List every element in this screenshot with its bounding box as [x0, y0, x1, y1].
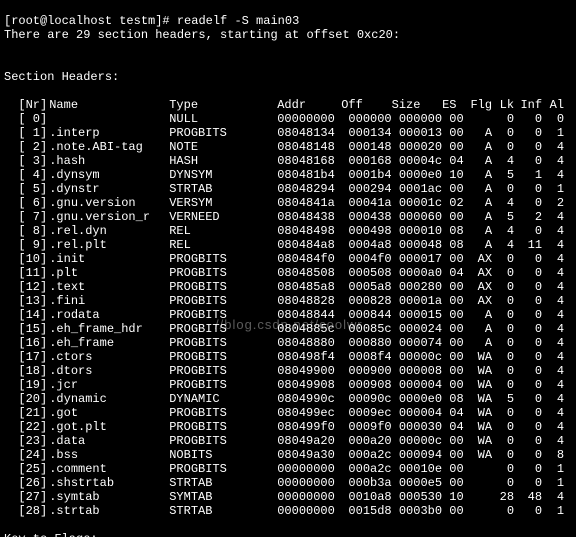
terminal-output[interactable]: [root@localhost testm]# readelf -S main0…	[0, 0, 576, 537]
table-row: [18].dtorsPROGBITS08049900 000900 000008…	[4, 364, 564, 378]
command-text: readelf -S main03	[177, 14, 299, 28]
col-type: Type	[169, 98, 277, 112]
table-row: [23].dataPROGBITS08049a20 000a20 00000c …	[4, 434, 564, 448]
table-row: [21].gotPROGBITS080499ec 0009ec 000004 0…	[4, 406, 564, 420]
table-row: [ 6].gnu.versionVERSYM0804841a 00041a 00…	[4, 196, 564, 210]
key-title: Key to Flags:	[4, 532, 572, 537]
table-row: [27].symtabSYMTAB00000000 0010a8 000530 …	[4, 490, 564, 504]
col-name: Name	[47, 98, 169, 112]
table-row: [28].strtabSTRTAB00000000 0015d8 0003b0 …	[4, 504, 564, 518]
col-es: ES	[442, 98, 464, 112]
col-size: Size	[392, 98, 442, 112]
col-flg: Flg	[464, 98, 492, 112]
col-addr: Addr	[277, 98, 341, 112]
table-row: [ 9].rel.pltREL080484a8 0004a8 000048 08…	[4, 238, 564, 252]
col-off: Off	[341, 98, 391, 112]
table-row: [ 2].note.ABI-tagNOTE08048148 000148 000…	[4, 140, 564, 154]
table-row: [12].textPROGBITS080485a8 0005a8 000280 …	[4, 280, 564, 294]
table-row: [26].shstrtabSTRTAB00000000 000b3a 0000e…	[4, 476, 564, 490]
table-row: [17].ctorsPROGBITS080498f4 0008f4 00000c…	[4, 350, 564, 364]
table-row: [ 7].gnu.version_rVERNEED08048438 000438…	[4, 210, 564, 224]
table-row: [16].eh_framePROGBITS08048880 000880 000…	[4, 336, 564, 350]
table-row: [10].initPROGBITS080484f0 0004f0 000017 …	[4, 252, 564, 266]
table-header-row: [Nr] Name Type Addr Off Size ES Flg Lk I…	[4, 98, 564, 112]
col-lk: Lk	[492, 98, 514, 112]
table-row: [13].finiPROGBITS08048828 000828 00001a …	[4, 294, 564, 308]
col-al: Al	[542, 98, 564, 112]
table-row: [20].dynamicDYNAMIC0804990c 00090c 0000e…	[4, 392, 564, 406]
section-headers-table: [Nr] Name Type Addr Off Size ES Flg Lk I…	[4, 98, 564, 518]
shell-prompt: [root@localhost testm]# readelf -S main0…	[4, 14, 299, 28]
table-row: [15].eh_frame_hdrPROGBITS0804885c 00085c…	[4, 322, 564, 336]
table-row: [ 3].hashHASH08048168 000168 00004c 04A4…	[4, 154, 564, 168]
table-row: [25].commentPROGBITS00000000 000a2c 0001…	[4, 462, 564, 476]
table-row: [ 8].rel.dynREL08048498 000498 000010 08…	[4, 224, 564, 238]
table-row: [19].jcrPROGBITS08049908 000908 000004 0…	[4, 378, 564, 392]
table-row: [ 4].dynsymDYNSYM080481b4 0001b4 0000e0 …	[4, 168, 564, 182]
table-row: [11].pltPROGBITS08048508 000508 0000a0 0…	[4, 266, 564, 280]
section-headers-title: Section Headers:	[4, 70, 572, 84]
table-row: [ 0]NULL00000000 000000 000000 00000	[4, 112, 564, 126]
table-row: [24].bssNOBITS08049a30 000a2c 000094 00W…	[4, 448, 564, 462]
summary-line: There are 29 section headers, starting a…	[4, 28, 572, 42]
table-row: [ 1].interpPROGBITS08048134 000134 00001…	[4, 126, 564, 140]
col-inf: Inf	[514, 98, 542, 112]
table-row: [22].got.pltPROGBITS080499f0 0009f0 0000…	[4, 420, 564, 434]
col-nr: [Nr]	[4, 98, 47, 112]
table-row: [14].rodataPROGBITS08048844 000844 00001…	[4, 308, 564, 322]
table-row: [ 5].dynstrSTRTAB08048294 000294 0001ac …	[4, 182, 564, 196]
